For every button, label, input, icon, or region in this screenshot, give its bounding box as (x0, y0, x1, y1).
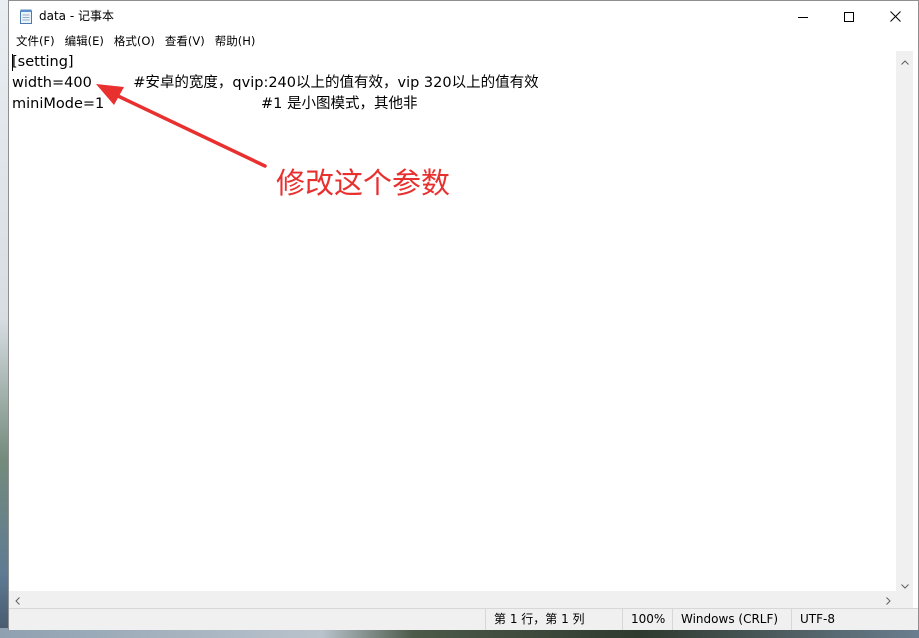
annotation-text: 修改这个参数 (276, 166, 451, 200)
menu-help[interactable]: 帮助(H) (210, 32, 261, 51)
chevron-right-icon (886, 590, 891, 609)
close-icon (889, 11, 901, 22)
scroll-right-button[interactable] (880, 591, 897, 608)
scroll-down-button[interactable] (896, 575, 913, 592)
minimize-button[interactable] (780, 1, 826, 32)
minimize-icon (798, 12, 808, 22)
maximize-icon (844, 11, 854, 22)
menu-edit[interactable]: 编辑(E) (60, 32, 109, 51)
chevron-up-icon (900, 50, 909, 69)
text-caret (12, 54, 13, 71)
maximize-button[interactable] (826, 1, 872, 32)
desktop-background-left (0, 0, 8, 638)
chevron-left-icon (15, 590, 20, 609)
notepad-window: data - 记事本 文件(F) 编辑(E) 格式(O) 查看(V) 帮助(H) (8, 0, 919, 630)
status-line-ending: Windows (CRLF) (672, 609, 791, 630)
close-button[interactable] (872, 1, 918, 32)
menu-view[interactable]: 查看(V) (160, 32, 210, 51)
status-cursor-position: 第 1 行，第 1 列 (485, 609, 622, 630)
text-line: miniMode=1 #1 是小图模式，其他非 (12, 96, 418, 112)
text-line: width=400 #安卓的宽度，qvip:240以上的值有效，vip 320以… (12, 75, 539, 91)
menu-file[interactable]: 文件(F) (11, 32, 60, 51)
horizontal-scrollbar[interactable] (9, 591, 897, 608)
window-title: data - 记事本 (39, 9, 114, 23)
text-line: [setting] (12, 54, 74, 70)
menu-format[interactable]: 格式(O) (109, 32, 160, 51)
status-zoom: 100% (622, 609, 672, 630)
vertical-scrollbar[interactable] (896, 51, 913, 592)
text-editor[interactable]: [setting] width=400 #安卓的宽度，qvip:240以上的值有… (9, 51, 897, 591)
notepad-icon (19, 9, 33, 24)
menu-bar: 文件(F) 编辑(E) 格式(O) 查看(V) 帮助(H) (9, 32, 918, 51)
scroll-left-button[interactable] (9, 591, 26, 608)
status-bar: 第 1 行，第 1 列 100% Windows (CRLF) UTF-8 (9, 608, 918, 630)
scroll-up-button[interactable] (896, 51, 913, 68)
status-encoding: UTF-8 (791, 609, 918, 630)
title-bar[interactable]: data - 记事本 (9, 1, 918, 32)
scrollbar-corner (896, 591, 913, 608)
